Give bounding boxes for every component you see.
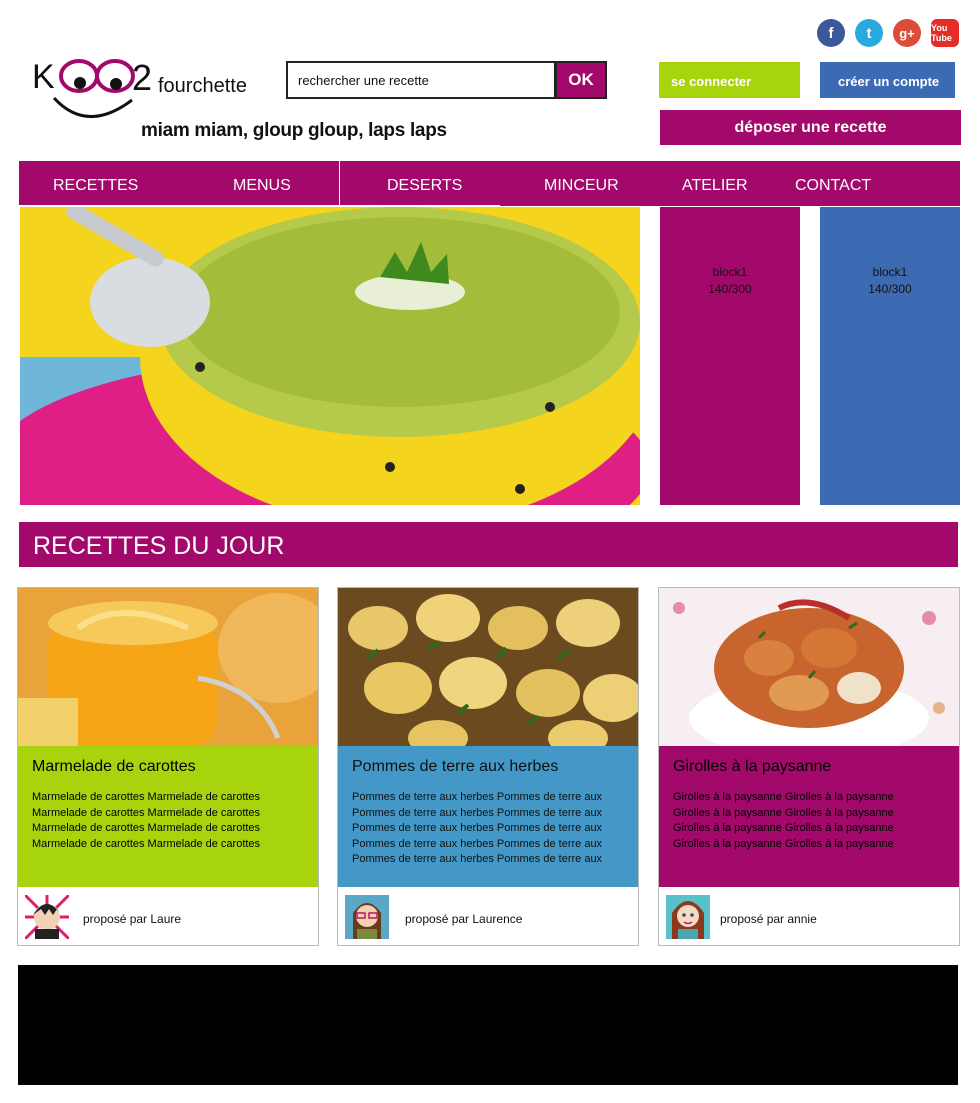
login-button[interactable]: se connecter bbox=[659, 62, 800, 98]
recipe-image[interactable] bbox=[338, 588, 638, 746]
recipe-description: Pommes de terre aux herbes Pommes de ter… bbox=[352, 791, 603, 866]
register-button[interactable]: créer un compte bbox=[820, 62, 955, 98]
recipe-card[interactable]: Girolles à la paysanne Girolles à la pay… bbox=[658, 587, 960, 946]
section-title: RECETTES DU JOUR bbox=[19, 522, 958, 567]
nav-underline bbox=[19, 205, 339, 206]
nav-underline bbox=[340, 205, 500, 206]
svg-text:2: 2 bbox=[132, 57, 152, 98]
ad-block: block1 140/300 bbox=[660, 207, 800, 505]
block-size: 140/300 bbox=[868, 282, 912, 296]
submit-recipe-button[interactable]: déposer une recette bbox=[660, 110, 961, 145]
card-footer: proposé par annie bbox=[659, 887, 959, 945]
nav-item-menus[interactable]: MENUS bbox=[233, 177, 291, 195]
recipe-card[interactable]: Pommes de terre aux herbes Pommes de ter… bbox=[337, 587, 639, 946]
block-title: block1 bbox=[872, 265, 908, 279]
svg-text:fourchette: fourchette bbox=[158, 75, 247, 97]
main-nav: RECETTES MENUS DESERTS MINCEUR ATELIER C… bbox=[19, 161, 960, 206]
hero-image[interactable] bbox=[20, 207, 640, 505]
ad-block: block1 140/300 bbox=[820, 207, 960, 505]
recipe-description: Girolles à la paysanne Girolles à la pay… bbox=[673, 791, 894, 850]
card-body: Pommes de terre aux herbes Pommes de ter… bbox=[338, 746, 638, 887]
avatar bbox=[345, 895, 389, 939]
avatar bbox=[666, 895, 710, 939]
recipe-title[interactable]: Girolles à la paysanne bbox=[673, 758, 959, 776]
site-logo[interactable]: K 2 fourchette bbox=[32, 56, 272, 126]
recipe-image[interactable] bbox=[659, 588, 959, 746]
card-footer: proposé par Laurence bbox=[338, 887, 638, 945]
card-body: Marmelade de carottes Marmelade de carot… bbox=[18, 746, 318, 887]
card-body: Girolles à la paysanne Girolles à la pay… bbox=[659, 746, 959, 887]
author-byline[interactable]: proposé par Laure bbox=[83, 912, 181, 926]
recipe-description: Marmelade de carottes Marmelade de carot… bbox=[32, 791, 261, 850]
nav-item-contact[interactable]: CONTACT bbox=[795, 177, 871, 195]
block-size: 140/300 bbox=[708, 282, 752, 296]
logo-k: K bbox=[32, 58, 55, 96]
nav-item-deserts[interactable]: DESERTS bbox=[387, 177, 462, 195]
twitter-icon[interactable]: t bbox=[855, 19, 883, 47]
search-input[interactable] bbox=[286, 61, 556, 99]
nav-divider bbox=[339, 161, 340, 206]
google-plus-icon[interactable]: g+ bbox=[893, 19, 921, 47]
nav-item-recettes[interactable]: RECETTES bbox=[53, 177, 138, 195]
nav-item-atelier[interactable]: ATELIER bbox=[682, 177, 748, 195]
youtube-icon[interactable]: You Tube bbox=[931, 19, 959, 47]
recipe-title[interactable]: Marmelade de carottes bbox=[32, 758, 318, 776]
facebook-icon[interactable]: f bbox=[817, 19, 845, 47]
card-footer: proposé par Laure bbox=[18, 887, 318, 945]
footer bbox=[18, 965, 958, 1085]
tagline: miam miam, gloup gloup, laps laps bbox=[141, 120, 447, 141]
recipe-image[interactable] bbox=[18, 588, 318, 746]
recipe-title[interactable]: Pommes de terre aux herbes bbox=[352, 758, 638, 776]
block-title: block1 bbox=[712, 265, 748, 279]
author-byline[interactable]: proposé par Laurence bbox=[405, 912, 522, 926]
recipe-card[interactable]: Marmelade de carottes Marmelade de carot… bbox=[17, 587, 319, 946]
author-byline[interactable]: proposé par annie bbox=[720, 912, 817, 926]
avatar bbox=[25, 895, 69, 939]
search-button[interactable]: OK bbox=[555, 61, 607, 99]
nav-item-minceur[interactable]: MINCEUR bbox=[544, 177, 619, 195]
